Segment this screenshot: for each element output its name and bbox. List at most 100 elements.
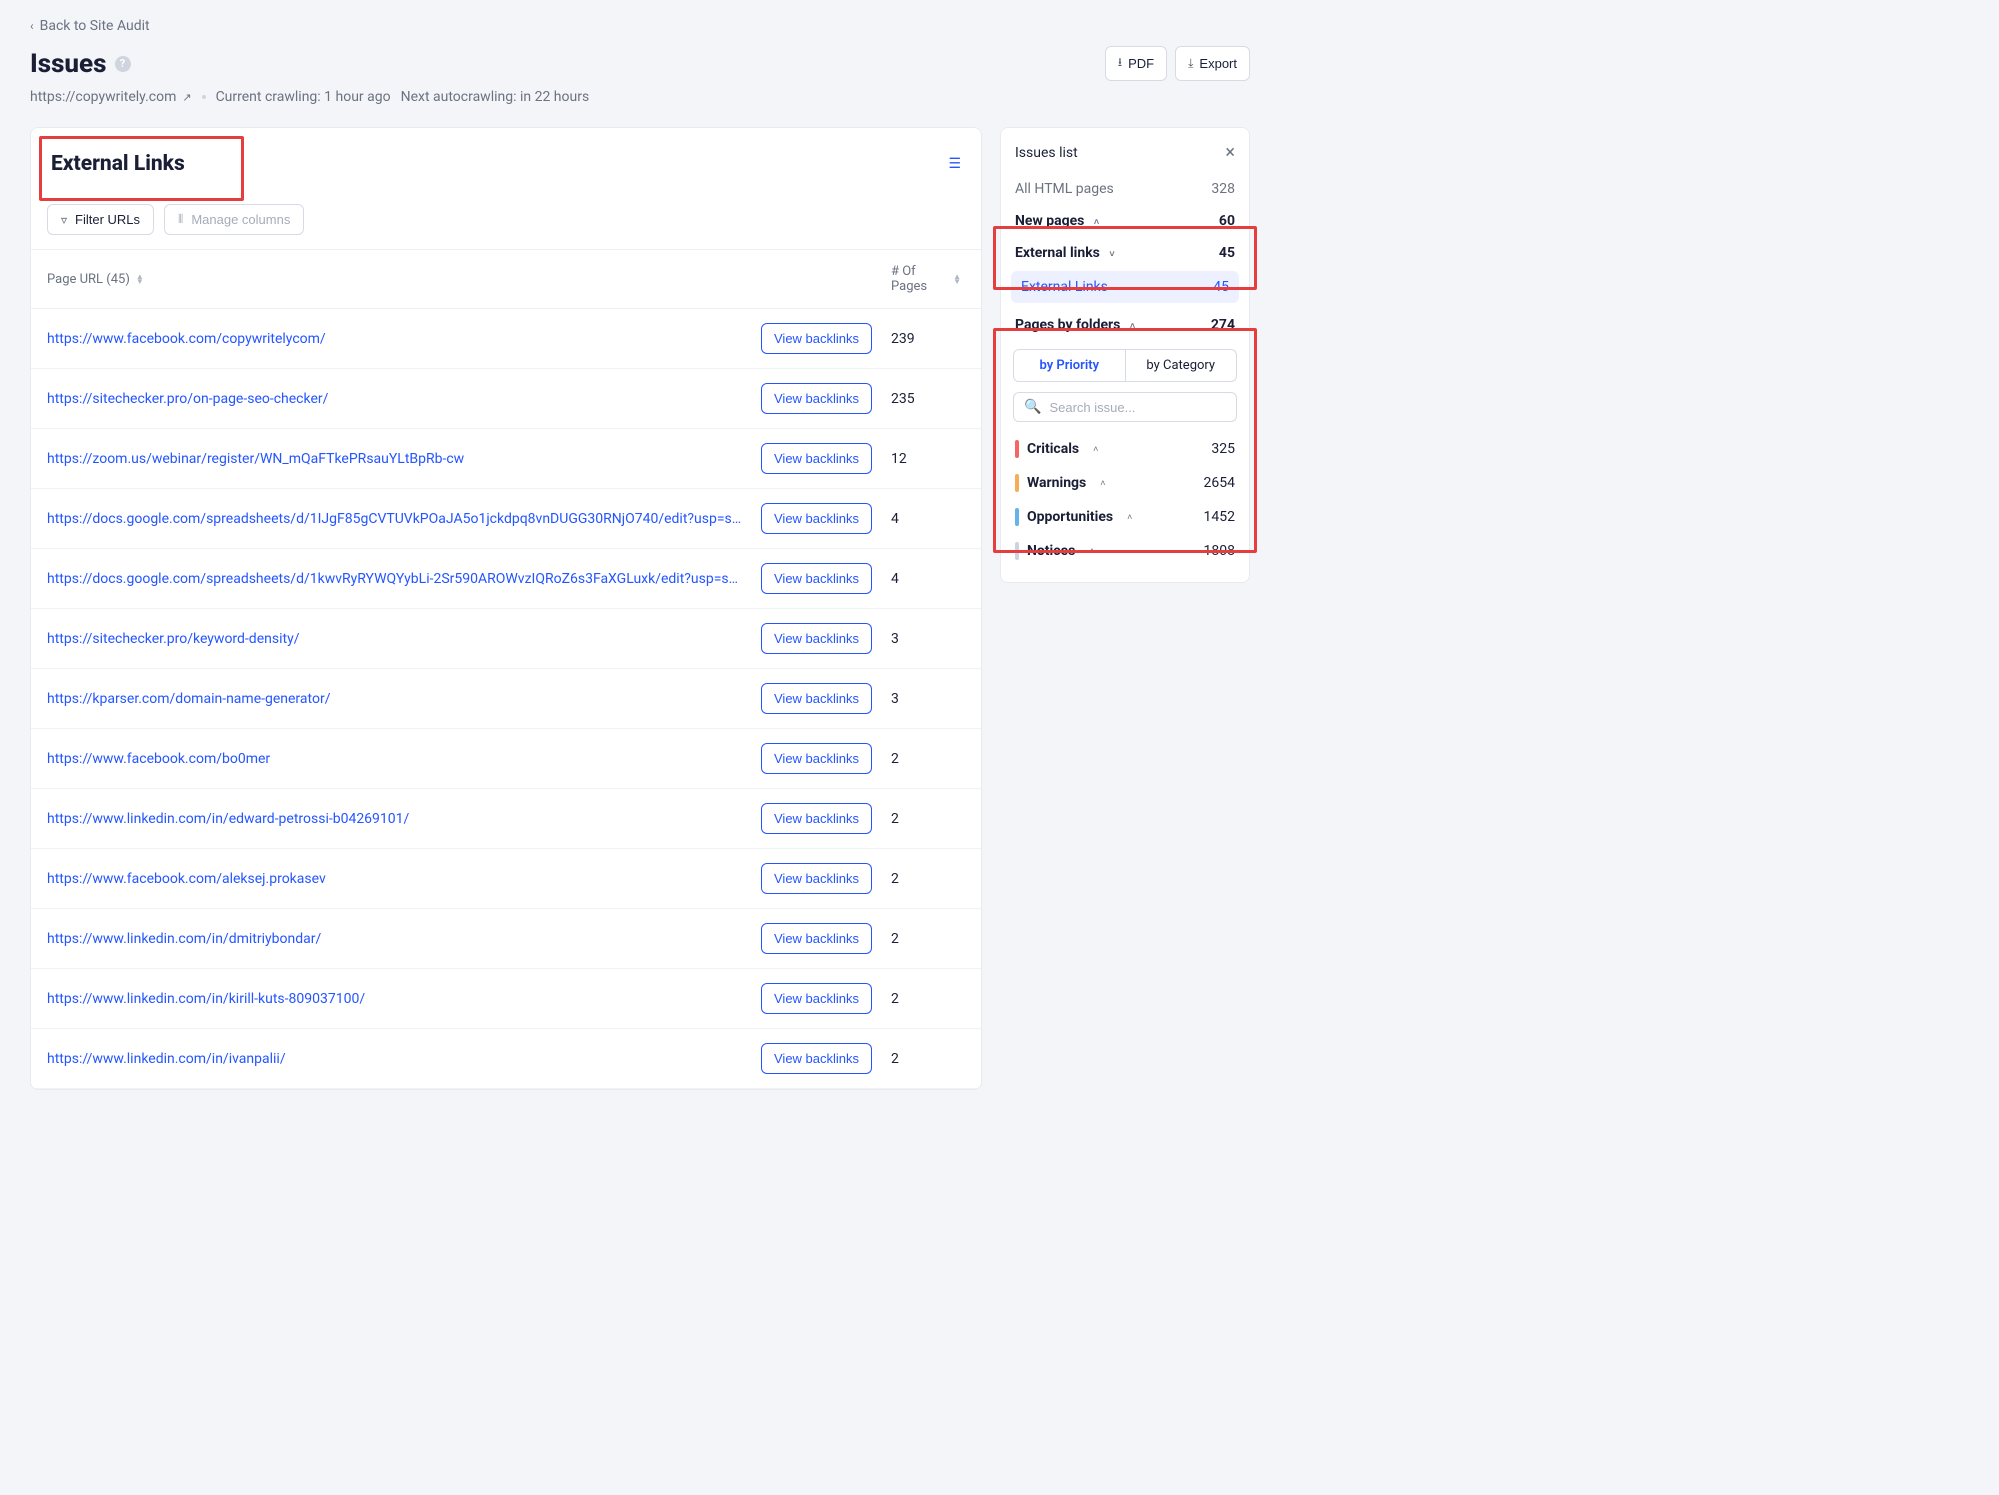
table-row: https://www.facebook.com/aleksej.prokase… bbox=[31, 849, 981, 909]
search-icon: 🔍 bbox=[1024, 399, 1041, 415]
view-backlinks-button[interactable]: View backlinks bbox=[761, 1043, 872, 1074]
subtitle-row: https://copywritely.com ↗ Current crawli… bbox=[30, 89, 1250, 105]
category-notices[interactable]: Notices ˄ 1808 bbox=[1001, 534, 1249, 568]
help-icon[interactable]: ? bbox=[115, 56, 131, 72]
pdf-icon: ⭳ bbox=[1118, 53, 1122, 74]
view-backlinks-button[interactable]: View backlinks bbox=[761, 983, 872, 1014]
sidebar-item-new-pages[interactable]: New pages ˄ 60 bbox=[1001, 205, 1249, 237]
row-pages-count: 239 bbox=[891, 331, 981, 347]
sidebar-item-external-links[interactable]: External links ˅ 45 bbox=[1001, 237, 1249, 269]
table-row: https://zoom.us/webinar/register/WN_mQaF… bbox=[31, 429, 981, 489]
view-backlinks-button[interactable]: View backlinks bbox=[761, 443, 872, 474]
next-crawl-text: Next autocrawling: in 22 hours bbox=[401, 89, 590, 105]
row-url-link[interactable]: https://www.linkedin.com/in/kirill-kuts-… bbox=[31, 991, 761, 1007]
view-backlinks-button[interactable]: View backlinks bbox=[761, 923, 872, 954]
panel-title: External Links bbox=[51, 152, 185, 176]
view-backlinks-button[interactable]: View backlinks bbox=[761, 323, 872, 354]
table-row: https://sitechecker.pro/on-page-seo-chec… bbox=[31, 369, 981, 429]
chip-icon-notice bbox=[1015, 542, 1019, 560]
external-link-icon: ↗ bbox=[182, 91, 191, 104]
sort-caret-icon: ▲▼ bbox=[953, 274, 961, 284]
sidebar-subitem-external-links[interactable]: External Links 45 bbox=[1011, 271, 1239, 303]
columns-icon: ⦀ bbox=[178, 212, 183, 227]
row-pages-count: 2 bbox=[891, 991, 981, 1007]
view-backlinks-button[interactable]: View backlinks bbox=[761, 743, 872, 774]
row-pages-count: 2 bbox=[891, 1051, 981, 1067]
table-row: https://www.linkedin.com/in/edward-petro… bbox=[31, 789, 981, 849]
sort-caret-icon: ▲▼ bbox=[136, 274, 144, 284]
close-icon[interactable]: × bbox=[1225, 142, 1235, 163]
row-pages-count: 3 bbox=[891, 631, 981, 647]
chevron-down-icon: ˅ bbox=[1109, 250, 1114, 260]
table-row: https://www.facebook.com/bo0merView back… bbox=[31, 729, 981, 789]
row-url-link[interactable]: https://docs.google.com/spreadsheets/d/1… bbox=[31, 511, 761, 527]
back-link-label: Back to Site Audit bbox=[40, 18, 150, 34]
category-warnings[interactable]: Warnings ˄ 2654 bbox=[1001, 466, 1249, 500]
row-url-link[interactable]: https://zoom.us/webinar/register/WN_mQaF… bbox=[31, 451, 761, 467]
search-issue-input[interactable] bbox=[1049, 400, 1226, 415]
view-backlinks-button[interactable]: View backlinks bbox=[761, 563, 872, 594]
row-pages-count: 2 bbox=[891, 811, 981, 827]
view-backlinks-button[interactable]: View backlinks bbox=[761, 803, 872, 834]
row-url-link[interactable]: https://sitechecker.pro/on-page-seo-chec… bbox=[31, 391, 761, 407]
current-crawl-text: Current crawling: 1 hour ago bbox=[216, 89, 391, 105]
row-url-link[interactable]: https://kparser.com/domain-name-generato… bbox=[31, 691, 761, 707]
category-opportunities[interactable]: Opportunities ˄ 1452 bbox=[1001, 500, 1249, 534]
back-to-site-audit-link[interactable]: ‹ Back to Site Audit bbox=[30, 18, 150, 34]
search-issue-wrap: 🔍 bbox=[1013, 392, 1237, 422]
table-row: https://www.linkedin.com/in/dmitriybonda… bbox=[31, 909, 981, 969]
chevron-left-icon: ‹ bbox=[30, 19, 34, 33]
row-url-link[interactable]: https://www.facebook.com/aleksej.prokase… bbox=[31, 871, 761, 887]
domain-link[interactable]: https://copywritely.com ↗ bbox=[30, 89, 192, 105]
row-pages-count: 4 bbox=[891, 571, 981, 587]
sidebar-item-all-html-pages[interactable]: All HTML pages 328 bbox=[1001, 173, 1249, 205]
table-header: Page URL (45) ▲▼ # Of Pages ▲▼ bbox=[31, 249, 981, 309]
table-row: https://docs.google.com/spreadsheets/d/1… bbox=[31, 549, 981, 609]
sidebar-item-pages-by-folders[interactable]: Pages by folders ˄ 274 bbox=[1001, 309, 1249, 341]
row-pages-count: 2 bbox=[891, 871, 981, 887]
chevron-up-icon: ˄ bbox=[1127, 512, 1132, 523]
main-panel: External Links ☰ ▿ Filter URLs ⦀ Manage … bbox=[30, 127, 982, 1090]
chevron-up-icon: ˄ bbox=[1094, 218, 1099, 228]
row-pages-count: 4 bbox=[891, 511, 981, 527]
table-row: https://www.facebook.com/copywritelycom/… bbox=[31, 309, 981, 369]
row-pages-count: 12 bbox=[891, 451, 981, 467]
row-pages-count: 2 bbox=[891, 751, 981, 767]
chip-icon-opportunity bbox=[1015, 508, 1019, 526]
issues-list-title: Issues list bbox=[1015, 145, 1078, 161]
chevron-up-icon: ˄ bbox=[1089, 546, 1094, 557]
row-url-link[interactable]: https://www.facebook.com/copywritelycom/ bbox=[31, 331, 761, 347]
tab-by-category[interactable]: by Category bbox=[1126, 350, 1237, 381]
column-header-pages[interactable]: # Of Pages ▲▼ bbox=[891, 264, 981, 294]
separator-dot bbox=[202, 95, 206, 99]
row-url-link[interactable]: https://docs.google.com/spreadsheets/d/1… bbox=[31, 571, 761, 587]
row-url-link[interactable]: https://www.linkedin.com/in/ivanpalii/ bbox=[31, 1051, 761, 1067]
export-icon: ⤓ bbox=[1188, 56, 1193, 71]
view-backlinks-button[interactable]: View backlinks bbox=[761, 623, 872, 654]
view-backlinks-button[interactable]: View backlinks bbox=[761, 503, 872, 534]
priority-category-tabs: by Priority by Category bbox=[1013, 349, 1237, 382]
pdf-button[interactable]: ⭳ PDF bbox=[1105, 46, 1167, 81]
table-row: https://kparser.com/domain-name-generato… bbox=[31, 669, 981, 729]
category-criticals[interactable]: Criticals ˄ 325 bbox=[1001, 432, 1249, 466]
row-url-link[interactable]: https://www.linkedin.com/in/edward-petro… bbox=[31, 811, 761, 827]
row-url-link[interactable]: https://www.facebook.com/bo0mer bbox=[31, 751, 761, 767]
filter-urls-button[interactable]: ▿ Filter URLs bbox=[47, 204, 154, 235]
row-url-link[interactable]: https://www.linkedin.com/in/dmitriybonda… bbox=[31, 931, 761, 947]
chevron-up-icon: ˄ bbox=[1093, 444, 1098, 455]
view-backlinks-button[interactable]: View backlinks bbox=[761, 863, 872, 894]
view-backlinks-button[interactable]: View backlinks bbox=[761, 383, 872, 414]
export-button[interactable]: ⤓ Export bbox=[1175, 46, 1250, 81]
table-row: https://www.linkedin.com/in/ivanpalii/Vi… bbox=[31, 1029, 981, 1089]
chevron-up-icon: ˄ bbox=[1130, 322, 1135, 332]
issues-list-panel: Issues list × All HTML pages 328 New pag… bbox=[1000, 127, 1250, 583]
row-url-link[interactable]: https://sitechecker.pro/keyword-density/ bbox=[31, 631, 761, 647]
view-backlinks-button[interactable]: View backlinks bbox=[761, 683, 872, 714]
chip-icon-critical bbox=[1015, 440, 1019, 458]
chip-icon-warning bbox=[1015, 474, 1019, 492]
table-row: https://www.linkedin.com/in/kirill-kuts-… bbox=[31, 969, 981, 1029]
columns-sort-icon[interactable]: ☰ bbox=[948, 156, 961, 172]
manage-columns-button[interactable]: ⦀ Manage columns bbox=[164, 204, 304, 235]
column-header-url[interactable]: Page URL (45) ▲▼ bbox=[31, 264, 761, 294]
tab-by-priority[interactable]: by Priority bbox=[1014, 350, 1126, 381]
